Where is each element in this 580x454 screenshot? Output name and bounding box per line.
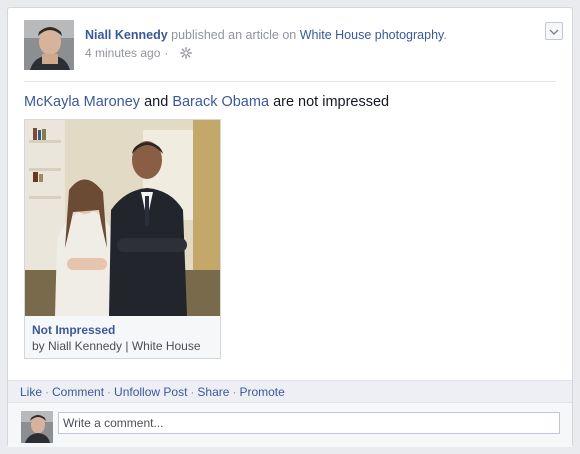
- action-separator: ·: [232, 385, 237, 399]
- tag-person-1[interactable]: McKayla Maroney: [24, 94, 140, 110]
- share-button[interactable]: Share: [197, 385, 229, 399]
- action-separator: ·: [107, 385, 112, 399]
- article-attachment[interactable]: Not Impressed by Niall Kennedy | White H…: [24, 119, 221, 359]
- header-divider: [24, 81, 556, 82]
- comment-button[interactable]: Comment: [52, 385, 104, 399]
- viewer-avatar[interactable]: [21, 411, 53, 443]
- timestamp[interactable]: 4 minutes ago: [85, 46, 160, 60]
- unfollow-post-button[interactable]: Unfollow Post: [114, 385, 187, 399]
- gear-icon[interactable]: [180, 47, 193, 59]
- chevron-down-icon: [549, 22, 559, 40]
- comment-composer: [8, 402, 572, 447]
- article-photo[interactable]: [25, 120, 220, 316]
- promote-button[interactable]: Promote: [239, 385, 284, 399]
- message-text: are not impressed: [273, 94, 390, 110]
- author-avatar[interactable]: [24, 20, 74, 70]
- actor-name[interactable]: Niall Kennedy: [85, 28, 168, 42]
- comment-input[interactable]: [58, 412, 560, 434]
- story-verb: published an article on: [171, 28, 297, 42]
- like-button[interactable]: Like: [20, 385, 42, 399]
- story-target-link[interactable]: White House photography: [300, 28, 444, 42]
- tag-person-2[interactable]: Barack Obama: [172, 94, 269, 110]
- action-bar: Like · Comment · Unfollow Post · Share · Promote: [8, 380, 572, 402]
- message-and: and: [144, 94, 169, 110]
- story-header: Niall Kennedy published an article on Wh…: [85, 28, 447, 42]
- article-title[interactable]: Not Impressed: [32, 323, 115, 337]
- story-period: .: [443, 28, 447, 42]
- article-byline: by Niall Kennedy | White House: [32, 339, 201, 353]
- story-meta: 4 minutes ago ·: [85, 46, 193, 60]
- meta-separator: ·: [164, 46, 169, 60]
- action-separator: ·: [45, 385, 50, 399]
- story-message: McKayla Maroney and Barack Obama are not…: [24, 94, 389, 110]
- action-separator: ·: [190, 385, 195, 399]
- story-card: Niall Kennedy published an article on Wh…: [7, 7, 573, 447]
- story-options-button[interactable]: [545, 22, 563, 40]
